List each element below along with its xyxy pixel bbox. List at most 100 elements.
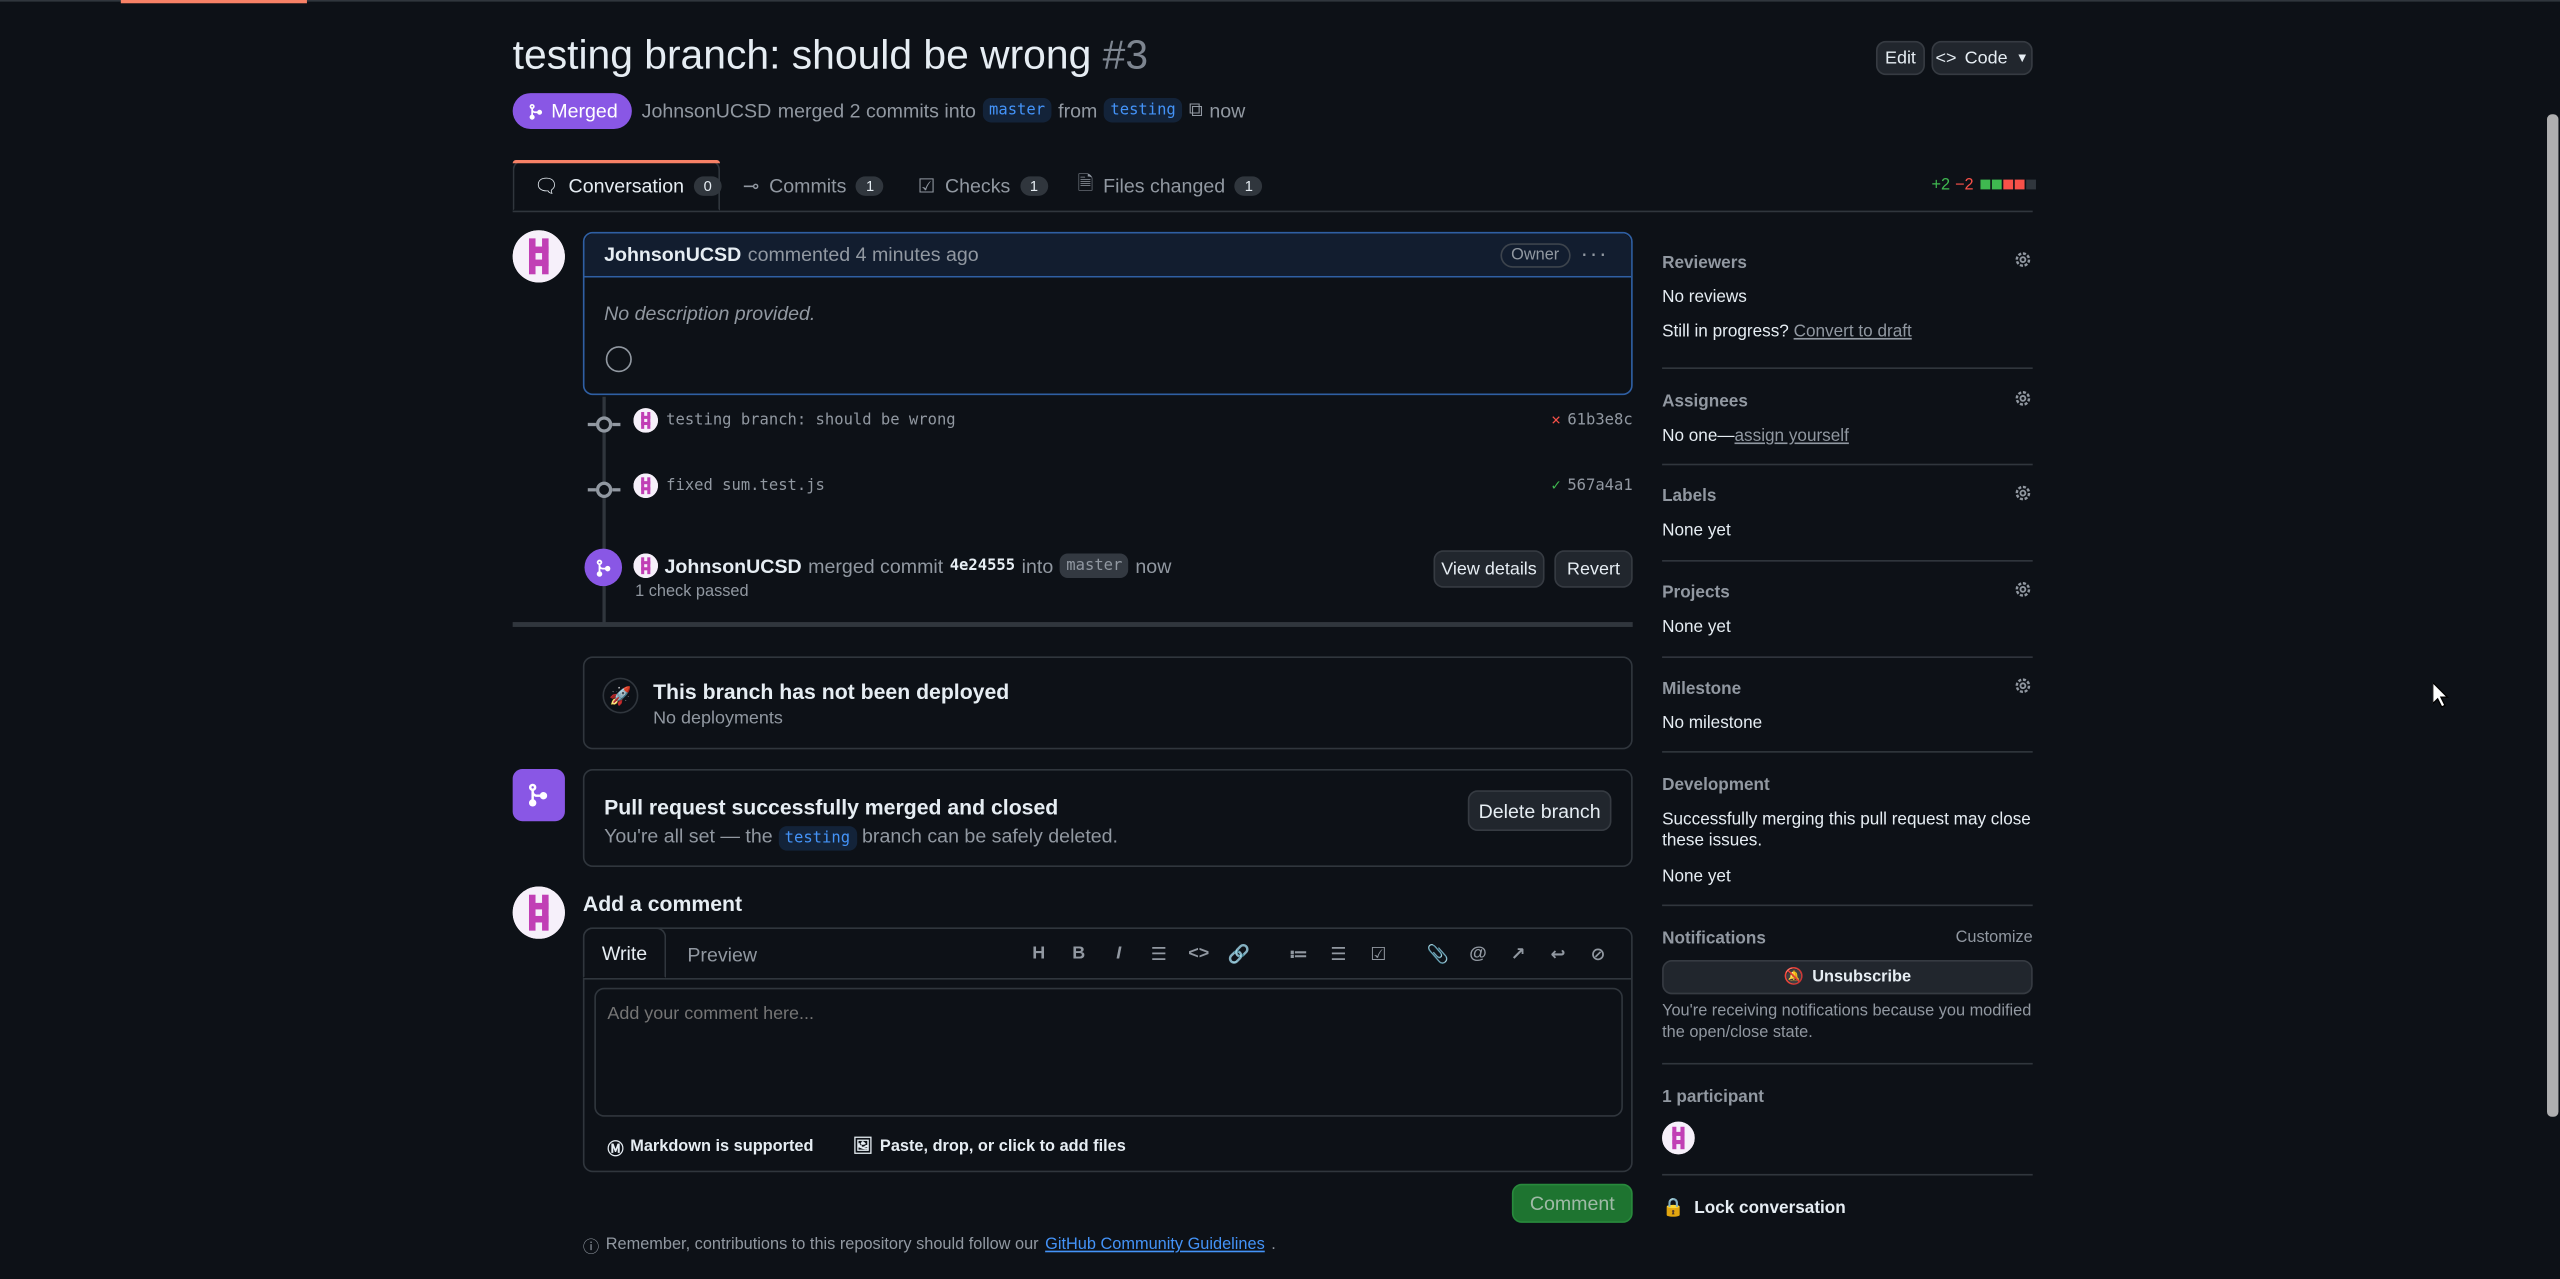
diffstat[interactable]: +2 −2	[1931, 176, 2036, 194]
caret-down-icon: ▼	[2015, 50, 2029, 66]
gear-icon[interactable]	[2013, 483, 2033, 503]
code-icon: <>	[1935, 48, 1957, 68]
quote-icon[interactable]: ☰	[1139, 942, 1179, 965]
head-branch[interactable]: testing	[1103, 97, 1183, 123]
italic-icon[interactable]: I	[1099, 942, 1139, 965]
markdown-link[interactable]: Ⓜ Markdown is supported	[607, 1135, 813, 1159]
reply-icon[interactable]: ↩	[1538, 942, 1578, 965]
edit-button[interactable]: Edit	[1875, 40, 1925, 76]
list-item: testing branch: should be wrong ✕ 61b3e8c	[587, 408, 1633, 437]
slash-commands-icon[interactable]: ⊘	[1578, 942, 1618, 965]
divider	[1662, 560, 2033, 562]
git-commit-icon	[587, 416, 621, 433]
assignees-value: No one—assign yourself	[1662, 426, 2033, 446]
avatar[interactable]	[633, 553, 658, 578]
check-icon[interactable]: ✓	[1551, 477, 1560, 495]
tab-write-label: Write	[601, 941, 648, 965]
kebab-menu-icon[interactable]: ···	[1580, 240, 1608, 266]
merge-author[interactable]: JohnsonUCSD	[665, 554, 802, 577]
tab-checks[interactable]: ☑ Checks 1	[918, 160, 1048, 211]
avatar[interactable]	[512, 230, 565, 283]
guidelines-link[interactable]: GitHub Community Guidelines	[1045, 1236, 1265, 1254]
comment-button-label: Comment	[1529, 1191, 1615, 1215]
deployment-box: 🚀 This branch has not been deployed No d…	[582, 656, 1633, 750]
git-commit-icon	[587, 481, 621, 498]
notifications-desc: You're receiving notifications because y…	[1662, 1002, 2032, 1042]
link-icon[interactable]: 🔗	[1219, 942, 1259, 965]
tab-counter: 1	[856, 175, 884, 196]
tab-preview[interactable]: Preview	[687, 944, 757, 967]
tab-files-changed[interactable]: 🗎 Files changed 1	[1078, 160, 1263, 211]
editor-footer: Ⓜ Markdown is supported 🖼 Paste, drop, or …	[607, 1135, 1125, 1159]
gear-icon[interactable]	[2013, 580, 2033, 600]
sidebar-assignees: Assignees No one—assign yourself	[1662, 389, 2033, 446]
commit-message[interactable]: testing branch: should be wrong	[666, 411, 955, 429]
assign-yourself-link[interactable]: assign yourself	[1735, 426, 1849, 446]
image-icon: 🖼	[852, 1137, 874, 1156]
x-icon[interactable]: ✕	[1551, 411, 1560, 429]
copy-icon[interactable]: ⧉	[1189, 98, 1203, 122]
author-link[interactable]: JohnsonUCSD	[642, 99, 772, 122]
gear-icon[interactable]	[2013, 676, 2033, 696]
mouse-cursor-icon	[2432, 682, 2449, 708]
comment-textarea[interactable]	[594, 987, 1623, 1117]
gear-icon[interactable]	[2013, 389, 2033, 409]
gear-icon[interactable]	[2013, 250, 2033, 270]
tab-conversation[interactable]: 🗨 Conversation 0	[512, 160, 722, 211]
list-item: fixed sum.test.js ✓ 567a4a1	[587, 473, 1633, 502]
merge-sha[interactable]: 4e24555	[950, 557, 1015, 575]
lock-label: Lock conversation	[1694, 1197, 1846, 1218]
convert-to-draft-link[interactable]: Convert to draft	[1794, 322, 1912, 342]
sidebar-heading: Labels	[1662, 486, 1717, 507]
customize-link[interactable]: Customize	[1956, 929, 2033, 947]
comment-body: No description provided.	[604, 302, 816, 325]
divider	[1662, 463, 2033, 466]
divider	[1662, 1173, 2033, 1176]
markdown-icon: Ⓜ	[607, 1141, 624, 1160]
markdown-label: Markdown is supported	[630, 1137, 814, 1156]
divider	[1662, 367, 2033, 369]
avatar[interactable]	[633, 408, 658, 433]
comment-header: JohnsonUCSD commented 4 minutes ago Owne…	[584, 233, 1632, 278]
code-icon[interactable]: <>	[1179, 942, 1219, 965]
delete-branch-button[interactable]: Delete branch	[1467, 790, 1612, 832]
owner-badge: Owner	[1499, 243, 1571, 268]
attach-files[interactable]: 🖼 Paste, drop, or click to add files	[853, 1135, 1126, 1159]
avatar[interactable]	[633, 473, 658, 498]
mention-icon[interactable]: @	[1458, 942, 1498, 965]
commit-sha[interactable]: 567a4a1	[1567, 477, 1632, 495]
bold-icon[interactable]: B	[1059, 942, 1099, 965]
tab-write[interactable]: Write	[582, 927, 667, 978]
paperclip-icon[interactable]: 📎	[1418, 942, 1458, 965]
avatar[interactable]	[1662, 1121, 1695, 1155]
view-details-button[interactable]: View details	[1433, 550, 1545, 588]
smiley-icon[interactable]	[605, 346, 632, 373]
avatar[interactable]	[512, 886, 565, 939]
scrollbar[interactable]	[2547, 114, 2559, 1117]
base-branch[interactable]: master	[982, 97, 1052, 123]
commit-sha[interactable]: 61b3e8c	[1567, 411, 1632, 429]
unordered-list-icon[interactable]: ☰	[1318, 942, 1358, 965]
commit-message[interactable]: fixed sum.test.js	[666, 477, 825, 495]
code-button-label: Code	[1964, 48, 2008, 68]
comment-author[interactable]: JohnsonUCSD	[604, 243, 741, 266]
guidelines-note: ⓘ Remember, contributions to this reposi…	[583, 1233, 1276, 1257]
comment-button[interactable]: Comment	[1511, 1183, 1633, 1223]
numbered-list-icon[interactable]: ≔	[1278, 942, 1318, 965]
heading-icon[interactable]: H	[1019, 942, 1059, 965]
lock-conversation[interactable]: 🔒 Lock conversation	[1662, 1197, 2033, 1218]
tab-commits[interactable]: ⊸ Commits 1	[743, 160, 884, 211]
pr-title: testing branch: should be wrong	[512, 32, 1092, 79]
page-title: testing branch: should be wrong #3	[513, 33, 1148, 80]
merge-branch[interactable]: master	[1059, 553, 1129, 578]
tab-counter: 1	[1234, 175, 1263, 196]
delete-branch-label: Delete branch	[1478, 799, 1601, 823]
meta-from-text: from	[1058, 98, 1098, 122]
merge-sub-branch[interactable]: testing	[778, 826, 857, 851]
revert-button[interactable]: Revert	[1554, 550, 1633, 588]
comment-time[interactable]: 4 minutes ago	[856, 243, 979, 266]
cross-reference-icon[interactable]: ↗	[1498, 942, 1538, 965]
task-list-icon[interactable]: ☑	[1358, 942, 1398, 965]
code-button[interactable]: <> Code ▼	[1931, 40, 2033, 76]
unsubscribe-button[interactable]: 🔕 Unsubscribe	[1662, 960, 2033, 995]
